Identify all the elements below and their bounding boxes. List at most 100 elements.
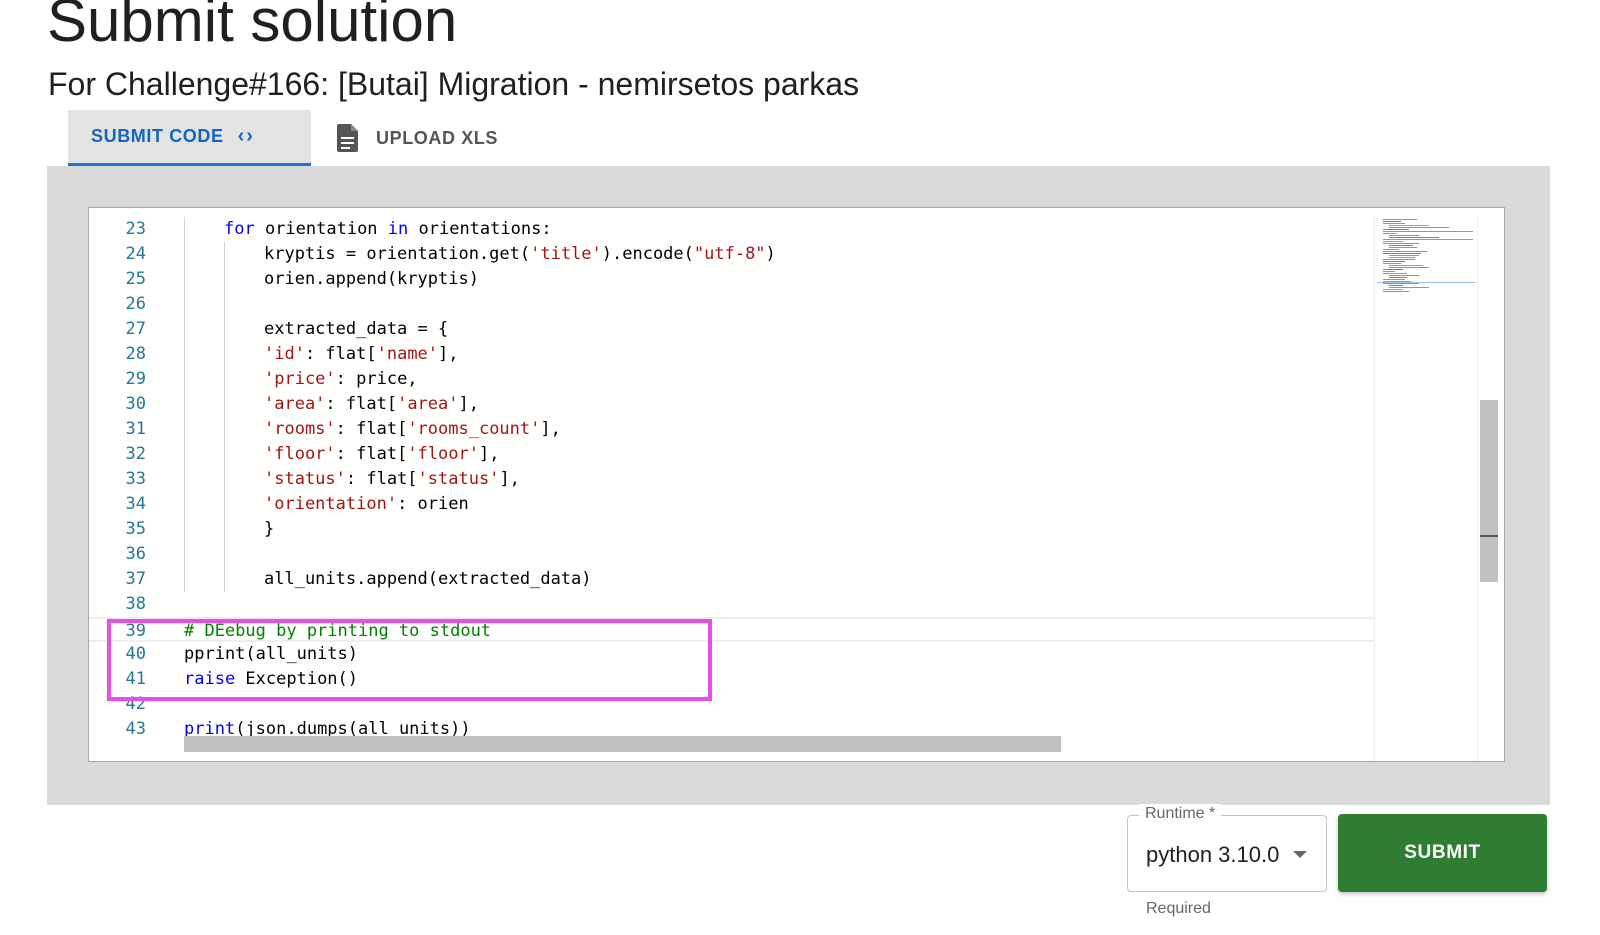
tab-upload-xls-label: UPLOAD XLS (376, 127, 499, 148)
code-token: : flat[ (335, 419, 408, 439)
code-icon: ‹› (237, 125, 255, 147)
indent-guide (184, 542, 185, 567)
code-token: ], (540, 419, 561, 439)
runtime-helper-text: Required (1146, 900, 1211, 917)
indent-guide (184, 417, 185, 442)
line-number: 31 (125, 419, 146, 439)
minimap-line (1383, 261, 1405, 262)
line-number: 26 (125, 294, 146, 314)
code-line[interactable]: 37 all_units.append(extracted_data) (89, 567, 1374, 592)
indent-guide (224, 317, 225, 342)
indent-guide (224, 367, 225, 392)
code-token: 'id' (264, 344, 305, 364)
code-minimap[interactable] (1374, 216, 1477, 761)
minimap-line (1389, 237, 1439, 238)
horizontal-scrollbar[interactable] (184, 736, 1061, 752)
indent-guide (184, 242, 185, 267)
code-line[interactable]: 25 orien.append(kryptis) (89, 267, 1374, 292)
minimap-line (1389, 285, 1403, 286)
code-token: 'title' (530, 244, 602, 264)
code-line[interactable]: 29 'price': price, (89, 367, 1374, 392)
minimap-line (1383, 283, 1419, 284)
code-line[interactable]: 33 'status': flat['status'], (89, 467, 1374, 492)
code-line[interactable]: 24 kryptis = orientation.get('title').enc… (89, 242, 1374, 267)
code-token: 'status' (417, 469, 500, 489)
editor-panel: 23 for orientation in orientations: 24 kryp… (47, 166, 1550, 805)
code-token: all_units.append(extracted_data) (264, 569, 592, 589)
code-line[interactable]: 31 'rooms': flat['rooms_count'], (89, 417, 1374, 442)
line-code: for orientation in orientations: (224, 217, 552, 242)
minimap-line (1383, 273, 1407, 274)
line-number: 30 (125, 394, 146, 414)
code-line[interactable]: 32 'floor': flat['floor'], (89, 442, 1374, 467)
code-line[interactable]: 30 'area': flat['area'], (89, 392, 1374, 417)
line-code: 'rooms': flat['rooms_count'], (264, 417, 561, 442)
page-title: Submit solution (47, 0, 458, 54)
code-line[interactable]: 26 (89, 292, 1374, 317)
code-line[interactable]: 27 extracted_data = { (89, 317, 1374, 342)
code-token: "utf-8" (693, 244, 766, 264)
indent-guide (184, 442, 185, 467)
code-token: for (224, 219, 255, 239)
line-number: 35 (125, 519, 146, 539)
code-token: 'name' (376, 344, 439, 364)
document-icon (337, 124, 358, 152)
minimap-line (1383, 243, 1419, 244)
minimap-line (1389, 267, 1429, 268)
line-number: 37 (125, 569, 146, 589)
minimap-line (1383, 291, 1409, 292)
indent-guide (184, 292, 185, 317)
line-code: } (264, 517, 274, 542)
runtime-label: Runtime * (1139, 804, 1222, 824)
code-line[interactable]: 36 (89, 542, 1374, 567)
minimap-line (1389, 265, 1423, 266)
line-code: 'status': flat['status'], (264, 467, 520, 492)
minimap-line (1383, 249, 1399, 250)
runtime-select[interactable]: Runtime * python 3.10.0 (1127, 804, 1327, 892)
code-token: : flat[ (345, 469, 418, 489)
line-code: 'price': price, (264, 367, 418, 392)
line-code: extracted_data = { (264, 317, 448, 342)
minimap-line (1383, 241, 1403, 242)
code-token: 'floor' (264, 444, 336, 464)
line-number: 24 (125, 244, 146, 264)
tab-upload-xls[interactable]: UPLOAD XLS (311, 110, 498, 166)
code-line[interactable]: 35} (89, 517, 1374, 542)
code-token: } (264, 519, 275, 539)
indent-guide (224, 542, 225, 567)
code-token: ], (438, 344, 459, 364)
code-line[interactable]: 28 'id': flat['name'], (89, 342, 1374, 367)
line-number: 32 (125, 444, 146, 464)
minimap-line (1383, 251, 1427, 252)
line-number: 43 (125, 719, 146, 739)
code-token: orien.append(kryptis) (264, 269, 479, 289)
code-token: 'area' (264, 394, 326, 414)
line-number: 27 (125, 319, 146, 339)
minimap-line (1383, 279, 1405, 280)
runtime-value: python 3.10.0 (1146, 842, 1280, 867)
code-token: : flat[ (335, 444, 408, 464)
code-token: 'floor' (407, 444, 479, 464)
indent-guide (224, 267, 225, 292)
indent-guide (184, 217, 185, 242)
vertical-scrollbar[interactable] (1477, 216, 1498, 761)
line-number: 28 (125, 344, 146, 364)
code-token: extracted_data = { (264, 319, 449, 339)
indent-guide (224, 467, 225, 492)
submit-button[interactable]: SUBMIT (1338, 814, 1547, 892)
indent-guide (224, 442, 225, 467)
vertical-scrollbar-thumb[interactable] (1480, 400, 1498, 582)
indent-guide (224, 392, 225, 417)
code-line[interactable]: 34 'orientation': orien (89, 492, 1374, 517)
minimap-line (1383, 253, 1421, 254)
tab-submit-code[interactable]: SUBMIT CODE ‹› (68, 110, 311, 166)
indent-guide (184, 392, 185, 417)
code-line[interactable]: 23 for orientation in orientations: (89, 217, 1374, 242)
minimap-line (1389, 247, 1417, 248)
code-token: : price, (335, 369, 418, 389)
indent-guide (184, 567, 185, 592)
code-token: 'status' (264, 469, 346, 489)
minimap-line (1383, 233, 1397, 234)
code-line[interactable]: 38 (89, 592, 1374, 617)
indent-guide (184, 367, 185, 392)
